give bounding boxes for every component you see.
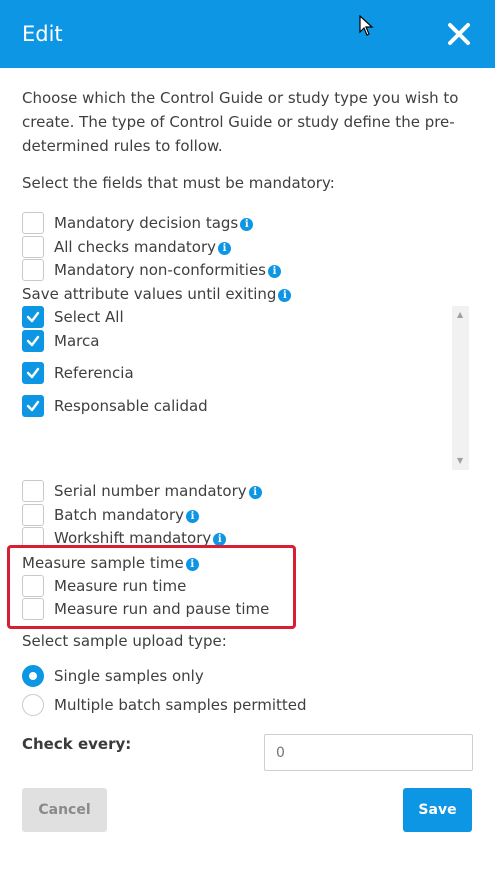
attribute-list-scrollbar[interactable]: ▲ ▼ [452, 306, 469, 470]
mandatory-decision-tags-label: Mandatory decision tags [54, 214, 239, 232]
check-icon [26, 400, 40, 412]
mandatory-decision-tags-row: Mandatory decision tags i [54, 212, 254, 235]
dialog-title: Edit [22, 22, 63, 46]
measure-run-pause-time-checkbox[interactable] [22, 598, 44, 620]
intro-text: Choose which the Control Guide or study … [22, 89, 459, 155]
measure-run-time-label: Measure run time [54, 577, 187, 595]
mandatory-decision-tags-checkbox[interactable] [22, 212, 44, 234]
check-every-label: Check every: [22, 735, 132, 753]
measure-run-time-checkbox[interactable] [22, 575, 44, 597]
save-attribute-label: Save attribute values until exiting [22, 285, 277, 303]
single-samples-radio[interactable] [22, 665, 44, 687]
mouse-cursor-icon [359, 15, 374, 36]
save-button[interactable]: Save [403, 788, 472, 832]
responsable-calidad-label: Responsable calidad [54, 397, 208, 415]
info-icon[interactable]: i [185, 558, 199, 571]
check-every-input[interactable] [264, 734, 473, 771]
referencia-checkbox[interactable] [22, 362, 44, 384]
batch-mandatory-checkbox[interactable] [22, 504, 44, 526]
referencia-label: Referencia [54, 364, 134, 382]
info-icon[interactable]: i [278, 289, 292, 302]
marca-checkbox[interactable] [22, 330, 44, 352]
info-icon[interactable]: i [268, 265, 281, 278]
dialog-header: Edit [0, 0, 495, 68]
all-checks-mandatory-row: All checks mandatory i [54, 236, 231, 259]
mandatory-non-conformities-label: Mandatory non-conformities [54, 261, 266, 279]
select-all-checkbox[interactable] [22, 306, 44, 328]
mandatory-non-conformities-checkbox[interactable] [22, 259, 44, 281]
serial-number-mandatory-label: Serial number mandatory [54, 482, 247, 500]
cancel-button[interactable]: Cancel [22, 788, 107, 832]
mandatory-non-conformities-row: Mandatory non-conformities i [54, 259, 281, 282]
measure-sample-time-row: Measure sample time i [22, 552, 199, 575]
check-icon [26, 335, 40, 347]
info-icon[interactable]: i [218, 242, 231, 255]
save-attribute-row: Save attribute values until exiting i [22, 283, 292, 306]
select-all-label: Select All [54, 308, 124, 326]
measure-sample-time-label: Measure sample time [22, 554, 184, 572]
multiple-batch-samples-label: Multiple batch samples permitted [54, 696, 307, 714]
check-icon [26, 311, 40, 323]
marca-label: Marca [54, 332, 100, 350]
check-icon [26, 367, 40, 379]
batch-mandatory-row: Batch mandatory i [54, 504, 200, 527]
upload-type-title: Select sample upload type: [22, 632, 227, 650]
info-icon[interactable]: i [240, 218, 254, 231]
batch-mandatory-label: Batch mandatory [54, 506, 185, 524]
responsable-calidad-checkbox[interactable] [22, 395, 44, 417]
all-checks-mandatory-checkbox[interactable] [22, 236, 44, 258]
measure-run-pause-time-label: Measure run and pause time [54, 600, 270, 618]
serial-number-mandatory-checkbox[interactable] [22, 480, 44, 502]
close-icon[interactable] [446, 21, 472, 47]
attribute-list[interactable]: Select All Marca Referencia Responsable … [22, 306, 470, 470]
scroll-down-icon[interactable]: ▼ [457, 456, 463, 465]
single-samples-label: Single samples only [54, 667, 204, 685]
all-checks-mandatory-label: All checks mandatory [54, 238, 216, 256]
multiple-batch-samples-radio[interactable] [22, 694, 44, 716]
info-icon[interactable]: i [248, 486, 262, 499]
info-icon[interactable]: i [186, 510, 200, 523]
mandatory-section-title: Select the fields that must be mandatory… [22, 174, 335, 192]
scroll-up-icon[interactable]: ▲ [457, 310, 463, 319]
serial-number-mandatory-row: Serial number mandatory i [54, 480, 262, 503]
